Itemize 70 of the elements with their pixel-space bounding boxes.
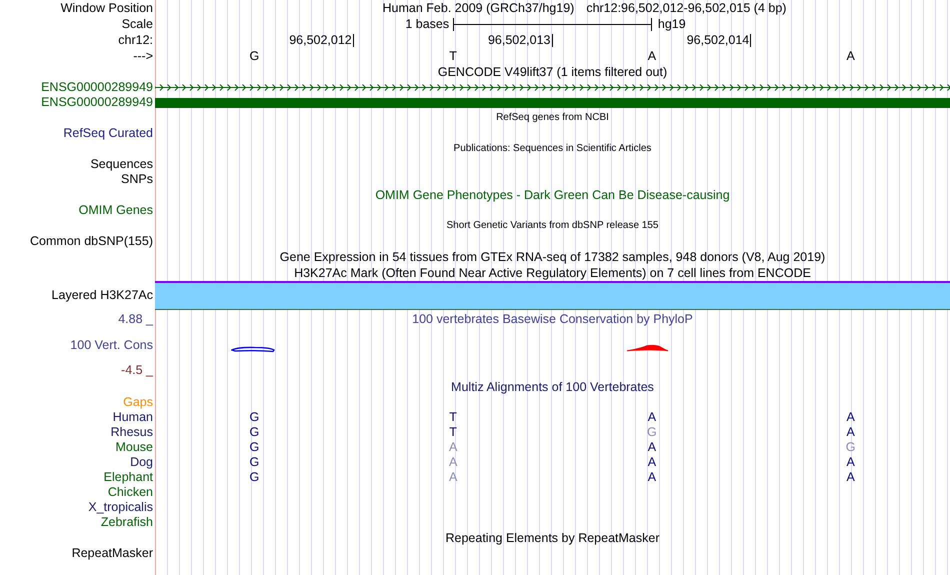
track-label[interactable]: RepeatMasker [72,547,153,560]
track-title: Publications: Sequences in Scientific Articles [454,144,652,154]
alignment-base: G [250,471,260,484]
track-title: Multiz Alignments of 100 Vertebrates [451,380,654,394]
track-label: Window Position [60,2,153,14]
position-text: chr12:96,502,012-96,502,015 (4 bp) [586,2,786,14]
alignment-base: A [846,456,855,469]
alignment-base: A [648,456,656,469]
alignment-base: G [250,426,260,439]
alignment-base: G [250,411,260,424]
assembly-title: Human Feb. 2009 (GRCh37/hg19) [382,2,574,14]
track-label[interactable]: 100 Vert. Cons [70,338,153,352]
track-title: Short Genetic Variants from dbSNP release 155 [446,221,658,231]
track-title: RefSeq genes from NCBI [496,113,609,123]
ruler-position: 96,502,014 [686,34,750,47]
track-label[interactable]: ENSG00000289949 [41,96,153,109]
base-letter: T [449,50,457,63]
track-label[interactable]: Elephant [104,471,153,484]
alignment-base: A [448,471,458,484]
alignment-base: A [846,426,855,439]
track-title: OMIM Gene Phenotypes - Dark Green Can Be Disease-causing [375,188,730,202]
track-label[interactable]: Human [112,411,153,424]
track-label[interactable]: Mouse [115,441,153,454]
base-letter: G [250,50,260,63]
track-title: H3K27Ac Mark (Often Found Near Active Regulatory Elements) on 7 cell lines from ENCODE [294,266,811,280]
base-letter: A [648,50,656,63]
track-label: Scale [122,18,153,30]
ruler-position: 96,502,012 [289,34,352,47]
alignment-base: A [648,441,656,454]
track-label[interactable]: SNPs [121,173,153,186]
track-label[interactable]: Layered H3K27Ac [52,289,153,302]
conservation-wiggle-drawing [231,346,275,353]
gene-block[interactable] [155,98,950,108]
track-title: Repeating Elements by RepeatMasker [445,532,660,544]
alignment-base: G [647,426,657,439]
alignment-base: T [449,411,457,424]
scale-span-text: 1 bases [405,18,450,30]
track-label: chr12: [118,34,153,47]
track-title: 100 vertebrates Basewise Conservation by PhyloP [412,313,693,326]
alignment-base: G [250,456,260,469]
alignment-base: A [448,456,458,469]
assembly-label: hg19 [656,18,686,30]
ruler-tick [750,34,752,47]
track-label[interactable]: Rhesus [110,426,153,439]
track-label[interactable]: Common dbSNP(155) [30,235,153,248]
track-label[interactable]: Chicken [108,486,153,499]
alignment-base: A [846,411,855,424]
alignment-base: A [846,471,855,484]
conservation-wiggle-drawing [626,344,669,352]
alignment-base: A [448,441,458,454]
track-title: GENCODE V49lift37 (1 items filtered out) [438,66,668,78]
track-label[interactable]: ENSG00000289949 [41,81,153,94]
track-label[interactable]: 4.88 _ [118,313,153,326]
ruler-position: 96,502,013 [488,34,550,47]
track-label[interactable]: Sequences [90,158,153,171]
strand-label: ---> [133,50,153,63]
alignment-base: G [250,441,260,454]
base-letter: A [846,50,855,63]
track-label[interactable]: RefSeq Curated [63,127,153,140]
track-title: Gene Expression in 54 tissues from GTEx RNA-seq of 17382 samples, 948 donors (V8, Aug 2019) [280,250,826,264]
alignment-base: T [449,426,457,439]
track-label[interactable]: X_tropicalis [88,501,153,514]
track-label[interactable]: -4.5 _ [121,364,153,376]
alignment-base: A [648,411,656,424]
alignment-base: A [648,471,656,484]
track-label[interactable]: Zebrafish [100,516,153,529]
ruler-tick [352,34,354,47]
track-label[interactable]: Dog [130,456,153,469]
track-label[interactable]: OMIM Genes [78,204,153,217]
alignment-base: G [846,441,856,454]
